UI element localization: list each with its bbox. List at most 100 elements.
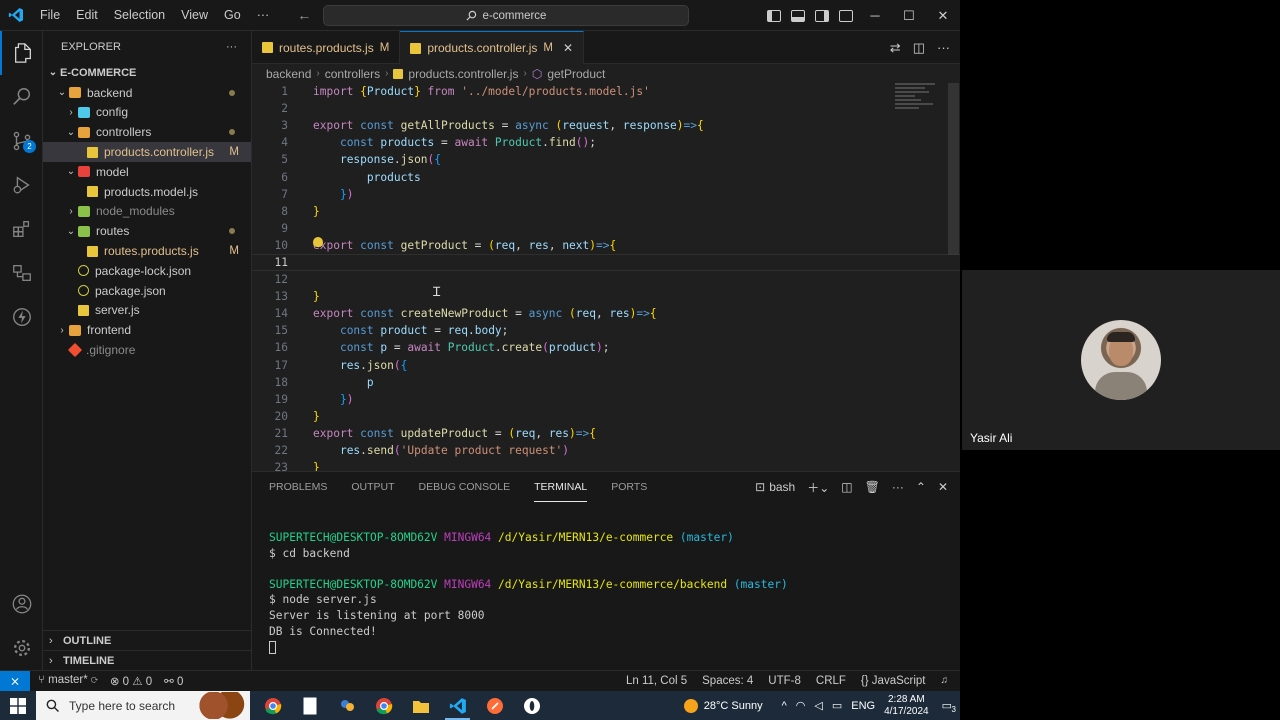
terminal-shell-label[interactable]: bash: [769, 480, 795, 494]
tab-debug-console[interactable]: DEBUG CONSOLE: [419, 472, 511, 502]
file-tree-item[interactable]: server.js: [43, 301, 251, 321]
timeline-section[interactable]: › TIMELINE: [43, 650, 252, 670]
tab-ports[interactable]: PORTS: [611, 472, 647, 502]
compare-changes-icon[interactable]: ⇄: [890, 40, 901, 56]
lightbulb-icon[interactable]: [313, 237, 323, 247]
code-line[interactable]: 17 res.json({: [252, 357, 960, 374]
minimap[interactable]: [895, 83, 945, 123]
notepad-icon[interactable]: [291, 691, 328, 720]
thunder-client-icon[interactable]: [0, 295, 43, 339]
code-line[interactable]: 20}: [252, 408, 960, 425]
battery-icon[interactable]: ▭: [832, 699, 842, 712]
breadcrumb-item[interactable]: getProduct: [547, 67, 605, 81]
speaker-icon[interactable]: ◁: [814, 699, 822, 712]
toggle-sidebar-icon[interactable]: [767, 9, 781, 22]
tab-problems[interactable]: PROBLEMS: [269, 472, 327, 502]
file-tree-item[interactable]: ⌄ model: [43, 162, 251, 182]
wifi-icon[interactable]: ◠: [796, 699, 806, 712]
customize-layout-icon[interactable]: [839, 9, 853, 22]
editor-scrollbar[interactable]: [948, 83, 959, 255]
kill-terminal-icon[interactable]: 🗑: [865, 480, 880, 494]
menu-file[interactable]: File: [32, 0, 68, 31]
cursor-position[interactable]: Ln 11, Col 5: [626, 675, 687, 687]
breadcrumb-item[interactable]: products.controller.js: [408, 67, 518, 81]
new-terminal-icon[interactable]: ＋⌄: [807, 479, 829, 496]
split-terminal-icon[interactable]: ◫: [841, 480, 852, 494]
menu-go[interactable]: Go: [216, 0, 249, 31]
file-tree-item[interactable]: package.json: [43, 281, 251, 301]
toggle-panel-icon[interactable]: [791, 9, 805, 22]
taskbar-search[interactable]: Type here to search: [36, 691, 250, 720]
language-mode[interactable]: {} JavaScript: [861, 675, 926, 687]
code-line[interactable]: 15 const product = req.body;: [252, 322, 960, 339]
notifications-bell-icon[interactable]: ♫: [941, 675, 949, 687]
accounts-icon[interactable]: [0, 582, 43, 626]
minimize-button[interactable]: ─: [858, 0, 892, 31]
maximize-button[interactable]: ☐: [892, 0, 926, 31]
file-tree-item[interactable]: › config: [43, 103, 251, 123]
code-line[interactable]: 9: [252, 220, 960, 237]
file-tree-item[interactable]: › node_modules: [43, 202, 251, 222]
manage-gear-icon[interactable]: [0, 626, 43, 670]
file-tree-item[interactable]: ⌄ controllers: [43, 122, 251, 142]
run-debug-icon[interactable]: [0, 163, 43, 207]
code-line[interactable]: 10 export const getProduct = (req, res, n…: [252, 237, 960, 254]
chrome-profile-icon[interactable]: [365, 691, 402, 720]
file-tree-item[interactable]: .gitignore: [43, 340, 251, 360]
extensions-icon[interactable]: [0, 207, 43, 251]
code-line[interactable]: 12: [252, 271, 960, 288]
back-arrow-icon[interactable]: ←: [297, 7, 311, 23]
windows-start-icon[interactable]: [0, 691, 36, 720]
show-hidden-icons-icon[interactable]: ^: [782, 700, 787, 712]
file-tree-item[interactable]: products.controller.js M: [43, 142, 251, 162]
tab-terminal[interactable]: TERMINAL: [534, 472, 588, 502]
code-line[interactable]: 1 import {Product} from '../model/product…: [252, 83, 960, 100]
menu-view[interactable]: View: [173, 0, 216, 31]
close-window-button[interactable]: ✕: [926, 0, 960, 31]
code-line[interactable]: 13}: [252, 288, 960, 305]
code-line[interactable]: 14 export const createNewProduct = async …: [252, 305, 960, 322]
file-tree-item[interactable]: routes.products.js M: [43, 241, 251, 261]
outline-section[interactable]: › OUTLINE: [43, 630, 252, 650]
explorer-icon[interactable]: [0, 31, 43, 75]
chrome-icon[interactable]: [254, 691, 291, 720]
workspace-root[interactable]: ⌄ E-COMMERCE: [43, 63, 251, 83]
code-editor[interactable]: 1 import {Product} from '../model/product…: [252, 83, 960, 471]
file-tree-item[interactable]: ⌄ routes: [43, 221, 251, 241]
more-actions-icon[interactable]: ···: [892, 480, 904, 494]
split-editor-icon[interactable]: ◫: [913, 40, 925, 56]
code-line[interactable]: 21 export const updateProduct = (req, res…: [252, 425, 960, 442]
tab-routes-products[interactable]: routes.products.js M: [252, 31, 401, 64]
code-line[interactable]: 18 p: [252, 374, 960, 391]
code-line[interactable]: 4 const products = await Product.find();: [252, 134, 960, 151]
end-of-line[interactable]: CRLF: [816, 675, 846, 687]
close-panel-icon[interactable]: ✕: [938, 480, 948, 494]
code-line[interactable]: 23}: [252, 459, 960, 471]
file-tree-item[interactable]: › frontend: [43, 320, 251, 340]
maximize-panel-icon[interactable]: ⌃: [916, 480, 926, 494]
input-language[interactable]: ENG: [851, 700, 875, 712]
close-tab-icon[interactable]: ✕: [563, 41, 573, 55]
menu-edit[interactable]: Edit: [68, 0, 106, 31]
code-line[interactable]: 8}: [252, 203, 960, 220]
breadcrumb-item[interactable]: backend: [266, 67, 311, 81]
code-line[interactable]: 16 const p = await Product.create(produc…: [252, 339, 960, 356]
code-line[interactable]: 5 response.json({: [252, 151, 960, 168]
code-line[interactable]: 19 }): [252, 391, 960, 408]
command-center-search[interactable]: e-commerce: [323, 5, 689, 26]
terminal-output[interactable]: SUPERTECH@DESKTOP-8OMD62V MINGW64 /d/Yas…: [269, 530, 788, 655]
source-control-icon[interactable]: 2: [0, 119, 43, 163]
code-line[interactable]: 6 products: [252, 168, 960, 185]
weather-widget[interactable]: 28°C Sunny: [683, 698, 763, 713]
file-tree-item[interactable]: ⌄ backend: [43, 83, 251, 103]
git-branch[interactable]: ⑂ master* ⟳: [38, 674, 98, 688]
toggle-secondary-sidebar-icon[interactable]: [815, 9, 829, 22]
notifications-icon[interactable]: ▭ 3: [942, 699, 956, 714]
code-line[interactable]: 2: [252, 100, 960, 117]
people-icon[interactable]: [328, 691, 365, 720]
remote-explorer-icon[interactable]: [0, 251, 43, 295]
indentation[interactable]: Spaces: 4: [702, 675, 753, 687]
file-tree-item[interactable]: products.model.js: [43, 182, 251, 202]
file-explorer-icon[interactable]: [402, 691, 439, 720]
menu-more[interactable]: ···: [249, 0, 278, 31]
